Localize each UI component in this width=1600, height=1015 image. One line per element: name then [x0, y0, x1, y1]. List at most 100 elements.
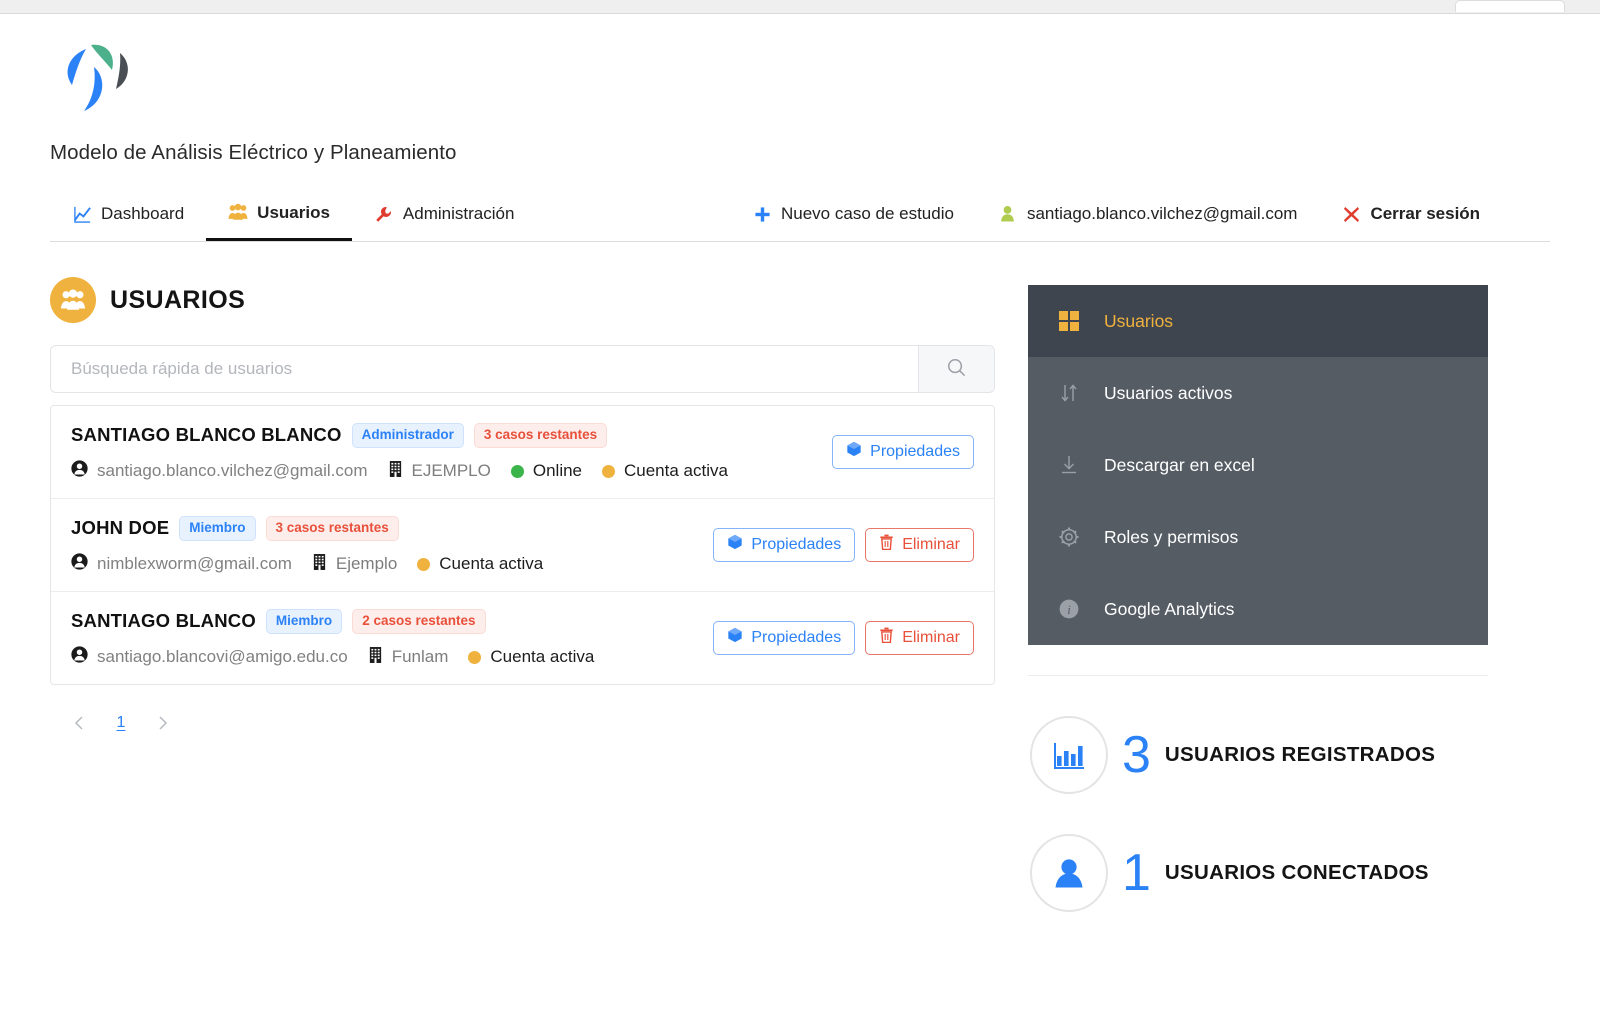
panel-divider — [1028, 675, 1488, 676]
sidebar-item-google-analytics[interactable]: i Google Analytics — [1028, 573, 1488, 645]
status-badge-cases: 3 casos restantes — [473, 423, 608, 448]
cube-icon — [846, 441, 862, 462]
row-action-group: Propiedades Eliminar — [713, 527, 974, 562]
stat-usuarios-registrados: 3 USUARIOS REGISTRADOS — [1028, 716, 1488, 794]
properties-button-label: Propiedades — [751, 628, 842, 646]
sidebar-item-descargar-excel[interactable]: Descargar en excel — [1028, 429, 1488, 501]
stat-label: USUARIOS CONECTADOS — [1164, 861, 1429, 884]
trash-icon — [879, 534, 894, 555]
nav-item-usuarios[interactable]: Usuarios — [206, 187, 352, 241]
users-main-column: USUARIOS SANTIAGO BLANCO BLANCO Administ… — [50, 277, 995, 739]
trash-icon — [879, 627, 894, 648]
avatar-icon — [71, 646, 88, 668]
cube-icon — [727, 534, 743, 555]
building-icon — [388, 460, 403, 483]
status-badge-role: Administrador — [351, 423, 464, 448]
user-org: EJEMPLO — [411, 461, 491, 481]
nav-label-cerrar-sesion: Cerrar sesión — [1370, 204, 1481, 223]
delete-button-label: Eliminar — [902, 535, 960, 553]
users-list-card: SANTIAGO BLANCO BLANCO Administrador 3 c… — [50, 405, 995, 685]
account-status-dot — [468, 650, 482, 664]
properties-button[interactable]: Propiedades — [713, 527, 856, 562]
search-button[interactable] — [918, 346, 994, 392]
sidebar-item-label: Usuarios activos — [1104, 382, 1233, 403]
user-email: santiago.blanco.vilchez@gmail.com — [97, 461, 368, 481]
person-solid-icon — [1030, 834, 1108, 912]
building-icon — [368, 646, 383, 669]
properties-button-label: Propiedades — [751, 535, 842, 553]
status-badge-role: Miembro — [179, 515, 256, 541]
nav-item-account-email[interactable]: santiago.blanco.vilchez@gmail.com — [976, 187, 1320, 241]
pagination-prev-button[interactable] — [64, 707, 96, 739]
browser-chrome-strip — [0, 0, 1600, 14]
user-online-label: Online — [532, 461, 582, 481]
users-icon — [228, 203, 248, 223]
user-account-label: Cuenta activa — [439, 554, 544, 574]
search-input[interactable] — [51, 346, 918, 392]
sidebar-item-usuarios-activos[interactable]: Usuarios activos — [1028, 357, 1488, 429]
person-icon — [998, 204, 1018, 224]
brand-area: Modelo de Análisis Eléctrico y Planeamie… — [50, 37, 610, 165]
properties-button[interactable]: Propiedades — [832, 434, 974, 469]
row-action-group: Propiedades — [832, 434, 974, 469]
nav-right-group: Nuevo caso de estudio santiago.blanco.vi… — [730, 187, 1502, 241]
user-email: santiago.blancovi@amigo.edu.co — [97, 647, 348, 667]
nav-item-cerrar-sesion[interactable]: Cerrar sesión — [1319, 187, 1502, 241]
sidebar-item-label: Usuarios — [1104, 310, 1174, 331]
sidebar-item-label: Roles y permisos — [1104, 526, 1239, 547]
page-title-group: USUARIOS — [50, 277, 995, 323]
user-name: JOHN DOE — [71, 517, 170, 539]
line-chart-icon — [72, 204, 92, 224]
nav-label-account-email: santiago.blanco.vilchez@gmail.com — [1026, 204, 1298, 223]
gear-icon — [1056, 524, 1082, 550]
stat-usuarios-conectados: 1 USUARIOS CONECTADOS — [1028, 834, 1488, 912]
download-icon — [1056, 452, 1082, 478]
wrench-icon — [374, 204, 394, 224]
pagination-page-1[interactable]: 1 — [106, 707, 136, 739]
stat-value: 1 — [1122, 844, 1151, 902]
nav-label-dashboard: Dashboard — [101, 204, 185, 223]
properties-button[interactable]: Propiedades — [713, 620, 856, 655]
avatar-icon — [71, 460, 88, 482]
search-icon — [946, 357, 967, 381]
user-search-bar — [50, 345, 995, 393]
cube-icon — [727, 627, 743, 648]
user-name: SANTIAGO BLANCO — [71, 610, 256, 632]
brand-title: Modelo de Análisis Eléctrico y Planeamie… — [50, 141, 457, 164]
nav-item-dashboard[interactable]: Dashboard — [50, 187, 206, 241]
sidebar-item-label: Descargar en excel — [1104, 454, 1255, 475]
stat-value: 3 — [1122, 726, 1151, 784]
status-badge-cases: 2 casos restantes — [352, 608, 486, 634]
nav-label-nuevo-caso: Nuevo caso de estudio — [781, 204, 954, 223]
nav-item-nuevo-caso[interactable]: Nuevo caso de estudio — [730, 187, 976, 241]
sort-arrows-icon — [1056, 380, 1082, 406]
sidebar-item-roles-permisos[interactable]: Roles y permisos — [1028, 501, 1488, 573]
avatar-icon — [71, 553, 88, 575]
side-menu: Usuarios Usuarios activos Descargar en e… — [1028, 285, 1488, 645]
sidebar-item-usuarios[interactable]: Usuarios — [1028, 285, 1488, 357]
main-navbar: Dashboard Usuarios Administración Nuevo … — [50, 187, 1550, 242]
svg-text:i: i — [1067, 602, 1071, 617]
nav-left-group: Dashboard Usuarios Administración — [50, 187, 536, 241]
user-name: SANTIAGO BLANCO BLANCO — [71, 424, 342, 446]
delete-button[interactable]: Eliminar — [865, 620, 974, 655]
pagination-next-button[interactable] — [146, 707, 178, 739]
account-status-dot — [602, 464, 615, 478]
properties-button-label: Propiedades — [870, 442, 960, 460]
status-badge-role: Miembro — [265, 608, 343, 634]
close-x-icon — [1341, 204, 1361, 224]
grid-squares-icon — [1056, 308, 1082, 334]
online-status-dot — [510, 464, 524, 478]
table-row[interactable]: JOHN DOE Miembro 3 casos restantes nimbl… — [51, 497, 994, 591]
page-title: USUARIOS — [110, 285, 246, 314]
table-row[interactable]: SANTIAGO BLANCO BLANCO Administrador 3 c… — [51, 406, 994, 498]
user-account-label: Cuenta activa — [624, 461, 728, 481]
delete-button[interactable]: Eliminar — [865, 527, 974, 562]
nav-item-administracion[interactable]: Administración — [352, 187, 537, 241]
user-org: Funlam — [391, 647, 449, 667]
browser-tab[interactable] — [1455, 0, 1565, 12]
app-page: Modelo de Análisis Eléctrico y Planeamie… — [0, 15, 1600, 1015]
info-icon: i — [1056, 596, 1082, 622]
table-row[interactable]: SANTIAGO BLANCO Miembro 2 casos restante… — [51, 590, 994, 684]
row-action-group: Propiedades Eliminar — [713, 620, 974, 655]
